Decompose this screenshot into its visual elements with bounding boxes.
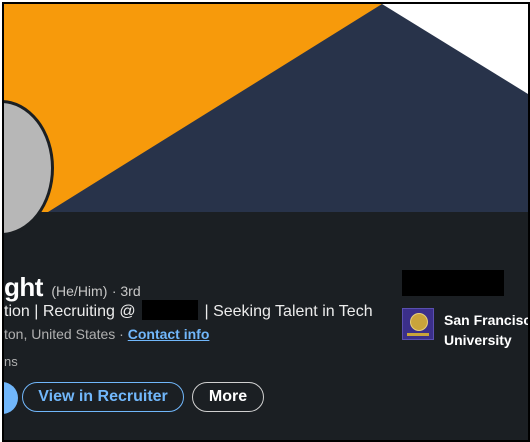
- pronouns: (He/Him): [51, 283, 108, 299]
- profile-name: ght: [4, 272, 43, 302]
- connection-degree: · 3rd: [111, 283, 141, 299]
- school-name-line1: San Francisco: [444, 312, 528, 328]
- name-row: ght (He/Him) · 3rd: [4, 272, 141, 303]
- profile-banner: [4, 4, 528, 212]
- university-logo-band: [407, 333, 429, 336]
- redaction-bar-company: [402, 270, 504, 296]
- headline-start: tion | Recruiting @: [4, 303, 136, 320]
- school-name-line2: University: [444, 332, 512, 348]
- location-text: ton, United States ·: [4, 326, 124, 342]
- more-button[interactable]: More: [192, 382, 264, 412]
- redaction-bar: [142, 300, 199, 320]
- headline-end: | Seeking Talent in Tech: [204, 303, 373, 320]
- banner-graphic: [4, 4, 528, 212]
- connections-count[interactable]: ns: [4, 354, 18, 369]
- university-seal-icon: [410, 313, 428, 331]
- contact-info-link[interactable]: Contact info: [128, 326, 210, 342]
- view-in-recruiter-button[interactable]: View in Recruiter: [22, 382, 184, 412]
- message-button[interactable]: [4, 382, 18, 414]
- university-logo[interactable]: [402, 308, 434, 340]
- profile-location: ton, United States · Contact info: [4, 326, 209, 342]
- profile-card: ght (He/Him) · 3rd tion | Recruiting @ |…: [2, 2, 530, 442]
- education-school[interactable]: San Francisco University: [444, 310, 528, 350]
- profile-headline: tion | Recruiting @ | Seeking Talent in …: [4, 300, 373, 321]
